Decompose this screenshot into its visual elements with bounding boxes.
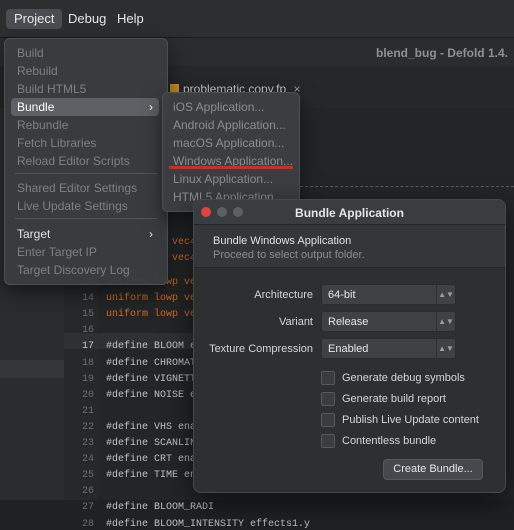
line-number: 21 [81, 406, 94, 417]
architecture-select[interactable]: 64-bit ▲▼ [321, 284, 456, 305]
line-number: 15 [81, 309, 94, 320]
menu-item-build-html5[interactable]: Build HTML5 [11, 80, 159, 98]
menu-item-target[interactable]: Target › [11, 225, 159, 243]
menu-separator [15, 218, 157, 219]
outline-selection [0, 360, 64, 378]
line-number: 28 [81, 519, 94, 530]
menu-item-bundle-label: Bundle [17, 100, 55, 114]
texture-compression-label: Texture Compression [209, 343, 313, 355]
line-number: 25 [81, 470, 94, 481]
texture-compression-select[interactable]: Enabled ▲▼ [321, 338, 456, 359]
generate-debug-symbols-checkbox[interactable] [321, 371, 335, 385]
menu-item-target-label: Target [17, 227, 51, 241]
variant-value: Release [328, 316, 369, 328]
window-title: blend_bug - Defold 1.4. [375, 46, 508, 60]
menu-item-rebuild[interactable]: Rebuild [11, 62, 159, 80]
project-menu: Build Rebuild Build HTML5 Bundle › Rebun… [4, 38, 168, 285]
menu-project[interactable]: Project [6, 9, 63, 29]
code-line: #define VIGNETTE [106, 374, 203, 385]
menu-item-shared-editor-settings[interactable]: Shared Editor Settings [11, 179, 159, 197]
publish-live-update-label: Publish Live Update content [342, 414, 479, 426]
dialog-heading: Bundle Windows Application [213, 235, 352, 247]
chevron-right-icon: › [149, 227, 153, 241]
menu-item-reload-editor-scripts[interactable]: Reload Editor Scripts [11, 152, 159, 170]
submenu-item-android[interactable]: Android Application... [173, 116, 286, 134]
line-number: 18 [81, 358, 94, 369]
line-number: 14 [81, 293, 94, 304]
line-number: 20 [81, 390, 94, 401]
chevron-right-icon: › [149, 100, 153, 114]
chevron-down-icon: ▲▼ [436, 285, 455, 304]
menu-debug[interactable]: Debug [60, 9, 114, 29]
line-number: 27 [81, 502, 94, 513]
chevron-down-icon: ▲▼ [436, 339, 455, 358]
variant-label: Variant [278, 316, 313, 328]
line-number: 19 [81, 374, 94, 385]
code-line: #define BLOOM_INTENSITY effects1.y [106, 519, 311, 530]
generate-debug-symbols-label: Generate debug symbols [342, 372, 465, 384]
texture-compression-value: Enabled [328, 343, 369, 355]
bundle-submenu: iOS Application... Android Application..… [162, 92, 300, 212]
editor-divider [290, 186, 514, 187]
menu-item-build[interactable]: Build [11, 44, 159, 62]
code-line: #define BLOOM_RADI [106, 502, 215, 513]
line-number: 23 [81, 438, 94, 449]
annotation-underline [169, 166, 293, 169]
menu-bar: Project Debug Help [0, 0, 514, 38]
menu-help[interactable]: Help [109, 9, 152, 29]
contentless-bundle-checkbox[interactable] [321, 434, 335, 448]
menu-item-target-discovery-log[interactable]: Target Discovery Log [11, 261, 159, 279]
dialog-title: Bundle Application [295, 206, 404, 220]
line-number: 17 [81, 341, 94, 352]
submenu-item-ios[interactable]: iOS Application... [173, 98, 264, 116]
dialog-titlebar: Bundle Application [194, 200, 505, 225]
menu-item-enter-target-ip[interactable]: Enter Target IP [11, 243, 159, 261]
menu-item-bundle[interactable]: Bundle › [11, 98, 159, 116]
menu-separator [15, 173, 157, 174]
contentless-bundle-label: Contentless bundle [342, 435, 437, 447]
menu-item-live-update-settings[interactable]: Live Update Settings [11, 197, 159, 215]
menu-item-fetch-libraries[interactable]: Fetch Libraries [11, 134, 159, 152]
architecture-label: Architecture [254, 289, 313, 301]
line-number: 22 [81, 422, 94, 433]
submenu-item-linux[interactable]: Linux Application... [173, 170, 273, 188]
dialog-subheading: Proceed to select output folder. [213, 249, 365, 261]
bundle-application-dialog: Bundle Application Bundle Windows Applic… [193, 199, 506, 493]
line-number: 26 [81, 486, 94, 497]
variant-select[interactable]: Release ▲▼ [321, 311, 456, 332]
create-bundle-button[interactable]: Create Bundle... [383, 459, 483, 480]
line-number: 16 [81, 325, 94, 336]
publish-live-update-checkbox[interactable] [321, 413, 335, 427]
line-number: 24 [81, 454, 94, 465]
submenu-item-macos[interactable]: macOS Application... [173, 134, 284, 152]
chevron-down-icon: ▲▼ [436, 312, 455, 331]
menu-item-rebundle[interactable]: Rebundle [11, 116, 159, 134]
generate-build-report-label: Generate build report [342, 393, 446, 405]
architecture-value: 64-bit [328, 289, 356, 301]
generate-build-report-checkbox[interactable] [321, 392, 335, 406]
